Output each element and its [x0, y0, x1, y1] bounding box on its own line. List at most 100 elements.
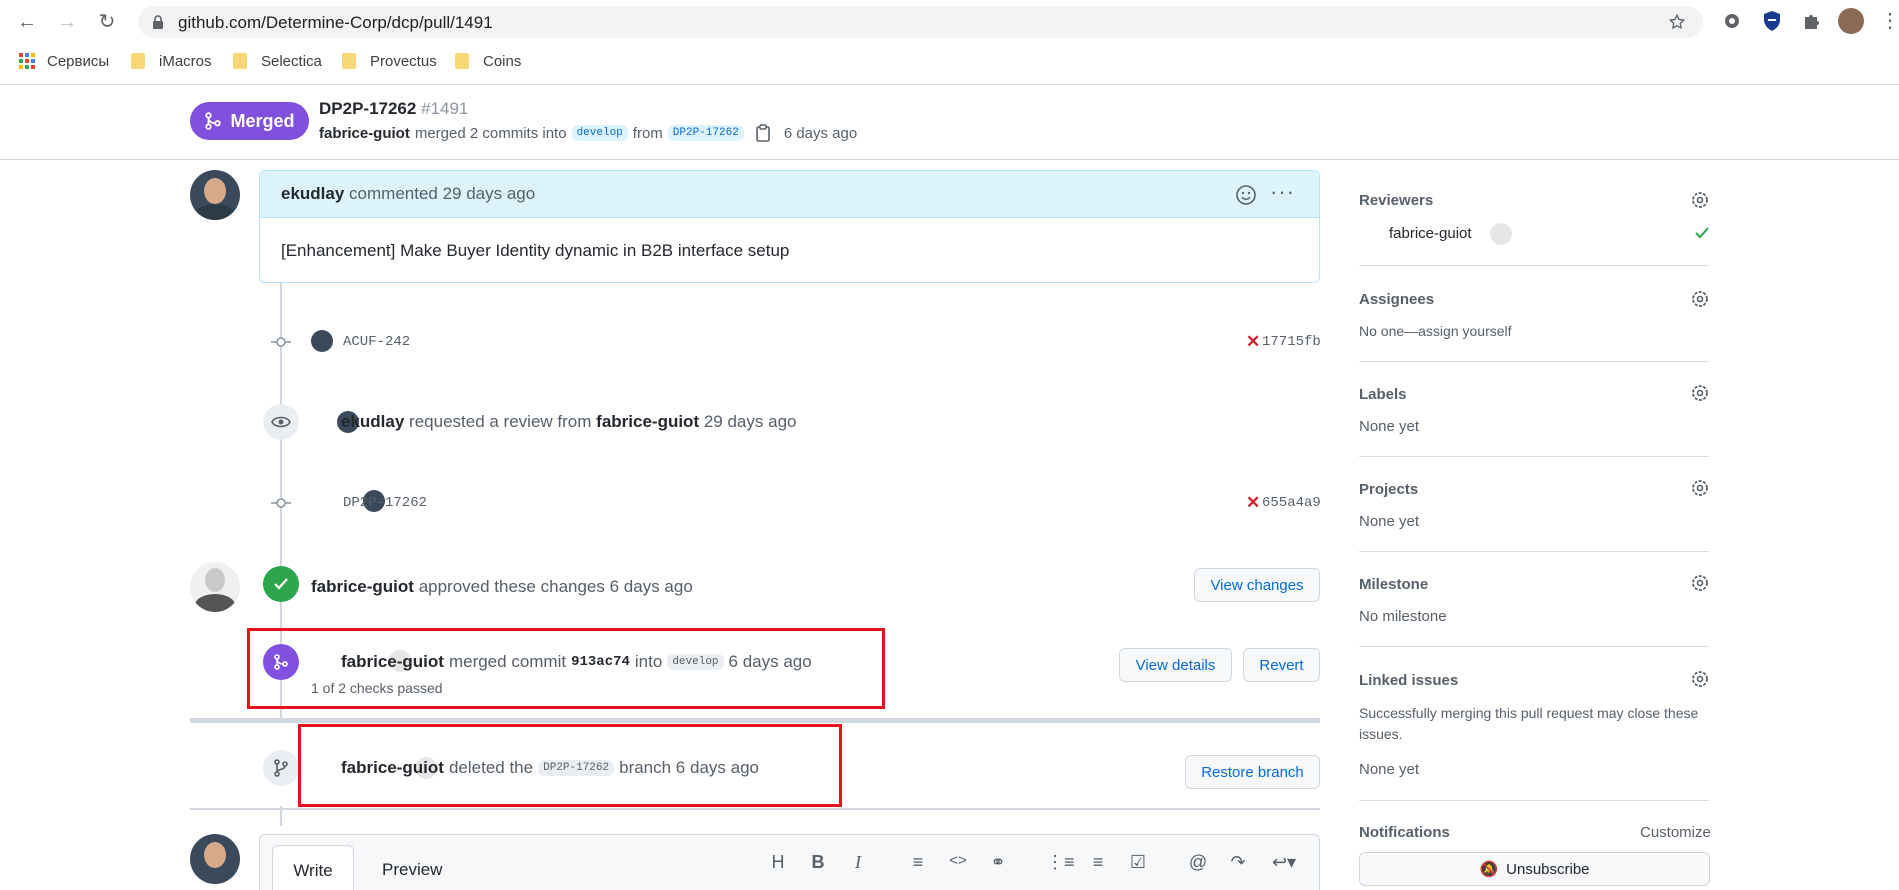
base-branch-pill[interactable]: develop	[571, 125, 628, 141]
sidebar-divider	[1359, 800, 1709, 801]
gear-icon[interactable]	[1690, 383, 1710, 403]
browser-menu-icon[interactable]: ⋮	[1880, 8, 1899, 34]
event-text: requested a review from	[409, 412, 592, 431]
milestone-title[interactable]: Milestone	[1359, 576, 1428, 593]
avatar[interactable]	[311, 330, 333, 352]
unsubscribe-button[interactable]: 🔕 Unsubscribe	[1359, 852, 1710, 886]
sidebar-divider	[1359, 551, 1709, 552]
kebab-menu-icon[interactable]: ···	[1270, 179, 1295, 205]
commit-sha-link[interactable]: 655a4a9	[1262, 495, 1321, 511]
reply-icon[interactable]: ↩▾	[1266, 852, 1302, 876]
git-merge-icon	[205, 112, 222, 130]
pr-author-link[interactable]: fabrice-guiot	[319, 125, 410, 142]
reviewer-link[interactable]: fabrice-guiot	[596, 412, 699, 431]
gear-icon[interactable]	[1690, 289, 1710, 309]
reviewers-title[interactable]: Reviewers	[1359, 192, 1433, 209]
link-icon[interactable]: ⚭	[986, 852, 1010, 876]
bookmark-label: Provectus	[370, 52, 437, 70]
quote-icon[interactable]: ≡	[906, 852, 930, 876]
projects-title[interactable]: Projects	[1359, 481, 1418, 498]
code-icon[interactable]: <>	[946, 852, 970, 876]
restore-branch-button[interactable]: Restore branch	[1185, 755, 1320, 789]
linked-issues-value: None yet	[1359, 761, 1420, 778]
forward-arrow-icon[interactable]: →	[52, 8, 82, 36]
bookmark-provectus[interactable]: Provectus	[342, 50, 437, 72]
bookmark-selectica[interactable]: Selectica	[233, 50, 322, 72]
reload-icon[interactable]: ↻	[92, 8, 122, 36]
revert-button[interactable]: Revert	[1243, 648, 1320, 682]
head-branch-pill[interactable]: DP2P-17262	[667, 125, 744, 141]
bulleted-list-icon[interactable]: ⋮≡	[1046, 852, 1075, 876]
pr-meta-row: fabrice-guiot merged 2 commits into deve…	[319, 124, 857, 142]
assignees-title[interactable]: Assignees	[1359, 291, 1434, 308]
gear-icon[interactable]	[1690, 478, 1710, 498]
mention-icon[interactable]: @	[1186, 852, 1210, 876]
back-arrow-icon[interactable]: ←	[12, 8, 42, 36]
projects-value: None yet	[1359, 513, 1420, 530]
eye-icon	[271, 416, 291, 428]
address-bar[interactable]: github.com/Determine-Corp/dcp/pull/1491	[138, 6, 1703, 38]
git-branch-icon	[274, 759, 288, 777]
bookmark-label: Coins	[483, 52, 522, 70]
milestone-value: No milestone	[1359, 608, 1447, 625]
comment-author-link[interactable]: ekudlay	[281, 184, 344, 203]
shield-extension-icon[interactable]	[1760, 9, 1784, 33]
pr-time: 6 days ago	[783, 124, 858, 142]
customize-link[interactable]: Customize	[1640, 824, 1711, 841]
gear-extension-icon[interactable]	[1720, 9, 1744, 33]
heading-icon[interactable]: H	[766, 852, 790, 876]
avatar[interactable]	[190, 834, 240, 884]
assignees-value[interactable]: No one—assign yourself	[1359, 323, 1512, 339]
profile-avatar[interactable]	[1838, 8, 1864, 34]
avatar[interactable]	[190, 562, 240, 612]
approval-event: fabrice-guiot approved these changes 6 d…	[311, 577, 693, 597]
cross-reference-icon[interactable]: ↷	[1226, 852, 1250, 876]
event-text: approved these changes 6 days ago	[418, 577, 693, 596]
bold-icon[interactable]: B	[806, 852, 830, 876]
pr-title-row: DP2P-17262 #1491	[319, 99, 468, 119]
merged-state-badge: Merged	[190, 102, 309, 140]
smiley-reaction-icon[interactable]	[1235, 184, 1257, 206]
bookmark-coins[interactable]: Coins	[455, 50, 521, 72]
check-icon	[274, 578, 288, 590]
puzzle-extension-icon[interactable]	[1800, 9, 1824, 33]
linked-issues-title[interactable]: Linked issues	[1359, 672, 1458, 689]
bookmark-label: Сервисы	[47, 52, 110, 70]
copy-clipboard-icon[interactable]	[755, 124, 771, 142]
commit-sha-link[interactable]: 17715fb	[1262, 334, 1321, 350]
tab-preview[interactable]: Preview	[382, 860, 442, 880]
avatar[interactable]	[190, 170, 240, 220]
bookmark-apps[interactable]: Сервисы	[19, 50, 109, 72]
reviewer-name-link[interactable]: fabrice-guiot	[1389, 225, 1472, 242]
actor-link[interactable]: ekudlay	[341, 412, 404, 431]
star-bookmark-icon[interactable]	[1668, 13, 1686, 31]
git-commit-icon	[271, 498, 291, 508]
bookmark-imacros[interactable]: iMacros	[131, 50, 212, 72]
folder-icon	[233, 53, 247, 69]
view-details-button[interactable]: View details	[1119, 648, 1232, 682]
folder-icon	[342, 53, 356, 69]
actor-link[interactable]: fabrice-guiot	[311, 577, 414, 596]
pr-sticky-header: Merged DP2P-17262 #1491 fabrice-guiot me…	[0, 86, 1899, 160]
commit-message-link[interactable]: DP2P-17262	[343, 495, 427, 511]
pr-from-text: from	[632, 124, 663, 142]
lock-icon	[153, 15, 163, 29]
highlight-box	[247, 628, 885, 709]
check-icon	[1695, 227, 1709, 239]
folder-icon	[131, 53, 145, 69]
tab-write[interactable]: Write	[272, 845, 354, 890]
gear-icon[interactable]	[1690, 669, 1710, 689]
x-fail-icon[interactable]: ✕	[1246, 332, 1260, 352]
bookmark-label: Selectica	[261, 52, 322, 70]
x-fail-icon[interactable]: ✕	[1246, 493, 1260, 513]
labels-title[interactable]: Labels	[1359, 386, 1407, 403]
commit-message-link[interactable]: ACUF-242	[343, 334, 410, 350]
sidebar-divider	[1359, 265, 1709, 266]
numbered-list-icon[interactable]: ≡	[1086, 852, 1110, 876]
italic-icon[interactable]: I	[846, 852, 870, 876]
gear-icon[interactable]	[1690, 190, 1710, 210]
avatar[interactable]	[1490, 223, 1513, 245]
task-list-icon[interactable]: ☑	[1126, 852, 1150, 876]
view-changes-button[interactable]: View changes	[1194, 568, 1320, 602]
gear-icon[interactable]	[1690, 573, 1710, 593]
